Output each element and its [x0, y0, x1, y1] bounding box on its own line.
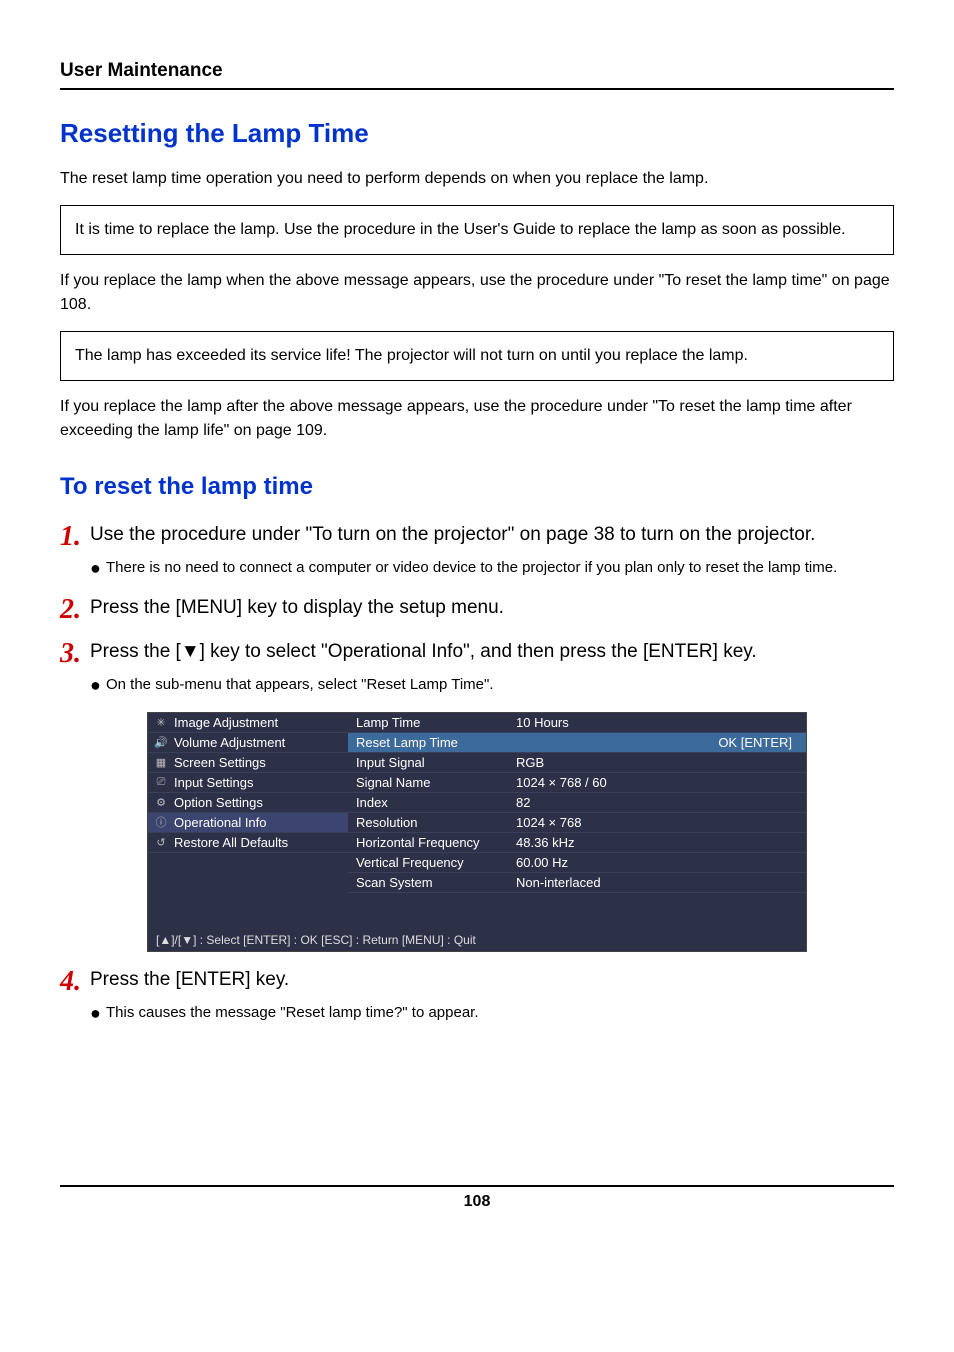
bullet-icon: ● [90, 1002, 106, 1025]
row-value: 10 Hours [516, 715, 798, 730]
bullet-text: There is no need to connect a computer o… [106, 557, 894, 580]
menu-item-input-settings[interactable]: ⎚ Input Settings [148, 773, 348, 793]
heading-resetting-lamp-time: Resetting the Lamp Time [60, 118, 894, 149]
sun-icon: ✳ [154, 715, 168, 729]
step-4: 4. Press the [ENTER] key. [60, 966, 894, 996]
step-number: 1. [60, 521, 90, 551]
menu-label: Volume Adjustment [174, 735, 285, 750]
menu-label: Restore All Defaults [174, 835, 288, 850]
step-text: Press the [MENU] key to display the setu… [90, 594, 894, 622]
row-value: 1024 × 768 [516, 815, 798, 830]
row-resolution: Resolution 1024 × 768 [348, 813, 806, 833]
osd-submenu: Lamp Time 10 Hours Reset Lamp Time OK [E… [348, 713, 806, 893]
row-label: Scan System [356, 875, 516, 890]
row-label: Horizontal Frequency [356, 835, 516, 850]
header-rule [60, 88, 894, 90]
bullet-text: On the sub-menu that appears, select "Re… [106, 674, 894, 697]
step-3: 3. Press the [▼] key to select "Operatio… [60, 638, 894, 668]
menu-item-option-settings[interactable]: ⚙ Option Settings [148, 793, 348, 813]
ok-enter-tag: OK [ENTER] [718, 735, 798, 750]
row-label: Signal Name [356, 775, 516, 790]
row-scan-system: Scan System Non-interlaced [348, 873, 806, 893]
message-box-lamp-exceeded: The lamp has exceeded its service life! … [60, 331, 894, 381]
screen-icon: ▦ [154, 755, 168, 769]
menu-item-volume-adjustment[interactable]: 🔊 Volume Adjustment [148, 733, 348, 753]
step-1: 1. Use the procedure under "To turn on t… [60, 521, 894, 551]
menu-label: Image Adjustment [174, 715, 278, 730]
step-2: 2. Press the [MENU] key to display the s… [60, 594, 894, 624]
row-value: RGB [516, 755, 798, 770]
bullet-text: This causes the message "Reset lamp time… [106, 1002, 894, 1025]
restore-icon: ↺ [154, 835, 168, 849]
row-value: 1024 × 768 / 60 [516, 775, 798, 790]
after-box1-text: If you replace the lamp when the above m… [60, 269, 894, 317]
footer-rule [60, 1185, 894, 1187]
row-reset-lamp-time[interactable]: Reset Lamp Time OK [ENTER] [348, 733, 806, 753]
menu-item-operational-info[interactable]: ⓘ Operational Info [148, 813, 348, 833]
options-icon: ⚙ [154, 795, 168, 809]
menu-label: Option Settings [174, 795, 263, 810]
row-value: Non-interlaced [516, 875, 798, 890]
menu-item-screen-settings[interactable]: ▦ Screen Settings [148, 753, 348, 773]
row-label: Vertical Frequency [356, 855, 516, 870]
step-number: 2. [60, 594, 90, 624]
menu-label: Operational Info [174, 815, 267, 830]
bullet-icon: ● [90, 674, 106, 697]
menu-label: Screen Settings [174, 755, 266, 770]
bullet-icon: ● [90, 557, 106, 580]
row-label: Reset Lamp Time [356, 735, 516, 750]
step-text: Press the [ENTER] key. [90, 966, 894, 994]
step-4-bullet: ● This causes the message "Reset lamp ti… [90, 1002, 894, 1025]
menu-item-image-adjustment[interactable]: ✳ Image Adjustment [148, 713, 348, 733]
row-label: Index [356, 795, 516, 810]
row-value: 48.36 kHz [516, 835, 798, 850]
row-label: Lamp Time [356, 715, 516, 730]
sliders-icon: ⎚ [154, 775, 168, 789]
step-1-bullet: ● There is no need to connect a computer… [90, 557, 894, 580]
page-number: 108 [60, 1193, 894, 1211]
row-horizontal-frequency: Horizontal Frequency 48.36 kHz [348, 833, 806, 853]
row-value: 60.00 Hz [516, 855, 798, 870]
osd-menu: ✳ Image Adjustment 🔊 Volume Adjustment ▦… [147, 712, 807, 952]
step-text: Press the [▼] key to select "Operational… [90, 638, 894, 666]
section-title: User Maintenance [60, 60, 894, 82]
message-box-replace-lamp: It is time to replace the lamp. Use the … [60, 205, 894, 255]
step-text: Use the procedure under "To turn on the … [90, 521, 894, 549]
osd-body: ✳ Image Adjustment 🔊 Volume Adjustment ▦… [148, 713, 806, 893]
row-signal-name: Signal Name 1024 × 768 / 60 [348, 773, 806, 793]
row-value [516, 735, 718, 750]
menu-label: Input Settings [174, 775, 254, 790]
menu-item-restore-defaults[interactable]: ↺ Restore All Defaults [148, 833, 348, 853]
step-number: 3. [60, 638, 90, 668]
row-value: 82 [516, 795, 798, 810]
heading-to-reset-lamp-time: To reset the lamp time [60, 473, 894, 501]
speaker-icon: 🔊 [154, 735, 168, 749]
info-icon: ⓘ [154, 815, 168, 829]
row-lamp-time: Lamp Time 10 Hours [348, 713, 806, 733]
after-box2-text: If you replace the lamp after the above … [60, 395, 894, 443]
row-vertical-frequency: Vertical Frequency 60.00 Hz [348, 853, 806, 873]
step-number: 4. [60, 966, 90, 996]
osd-key-hints: [▲]/[▼] : Select [ENTER] : OK [ESC] : Re… [148, 929, 806, 951]
row-index: Index 82 [348, 793, 806, 813]
row-input-signal: Input Signal RGB [348, 753, 806, 773]
osd-left-menu: ✳ Image Adjustment 🔊 Volume Adjustment ▦… [148, 713, 348, 893]
row-label: Input Signal [356, 755, 516, 770]
page-footer: 108 [60, 1185, 894, 1211]
step-3-bullet: ● On the sub-menu that appears, select "… [90, 674, 894, 697]
osd-spacer [148, 893, 806, 929]
row-label: Resolution [356, 815, 516, 830]
intro-text: The reset lamp time operation you need t… [60, 167, 894, 191]
